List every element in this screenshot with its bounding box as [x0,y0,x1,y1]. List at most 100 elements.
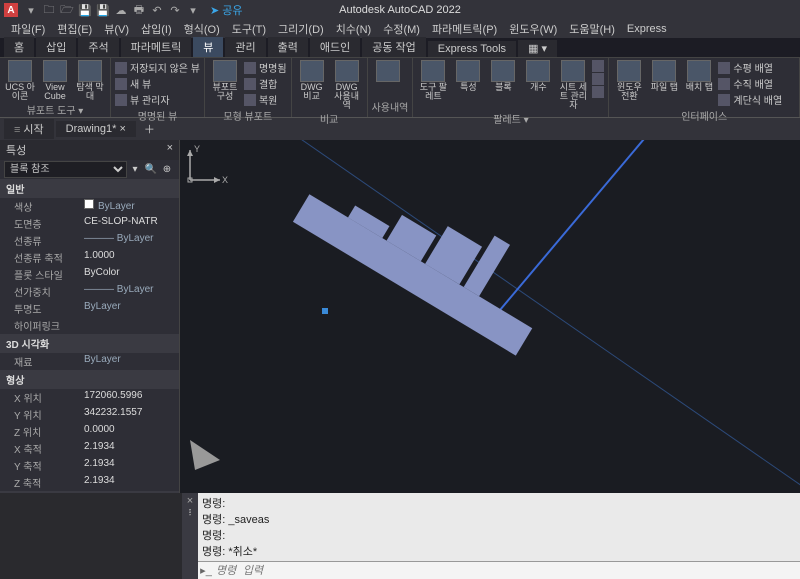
command-input[interactable] [214,562,800,579]
unsaved-view[interactable]: 저장되지 않은 뷰 [115,60,200,75]
doctab-start[interactable]: ≡시작 [4,119,54,139]
props-section-3d[interactable]: 3D 시각화 [0,334,179,353]
props-row[interactable]: Y 위치342232.1557 [0,406,179,423]
props-value[interactable]: ByLayer [84,301,177,316]
dwg-compare-button[interactable]: DWG 비교 [296,60,328,101]
menu-draw[interactable]: 그리기(D) [273,20,329,38]
menu-format[interactable]: 형식(O) [179,20,225,38]
tab-annotate[interactable]: 주석 [78,37,118,57]
menu-view[interactable]: 뷰(V) [99,20,134,38]
switch-window-button[interactable]: 윈도우 전환 [613,60,645,101]
tile-horiz[interactable]: 수평 배열 [718,60,782,75]
save-icon[interactable]: 💾 [78,3,92,17]
count-button[interactable]: 개수 [522,60,554,92]
pickadd-icon[interactable]: ⊕ [159,164,175,175]
tab-addins[interactable]: 애드인 [310,37,360,57]
props-value[interactable]: 2.1934 [84,441,177,456]
menu-modify[interactable]: 수정(M) [378,20,425,38]
tab-manage[interactable]: 관리 [225,37,265,57]
tab-insert[interactable]: 삽입 [36,37,76,57]
sheetset-button[interactable]: 시트 세트 관리자 [557,60,589,110]
ribbon-title-interface[interactable]: 인터페이스 [613,107,795,124]
dwg-history-button[interactable]: DWG 사용내역 [331,60,363,110]
props-row[interactable]: 선가중치——— ByLayer [0,283,179,300]
close-tab-icon[interactable]: × [119,123,125,135]
ribbon-title-vp-tools[interactable]: 뷰포트 도구 ▾ [4,101,106,118]
new-icon[interactable]: ▾ [24,3,38,17]
props-row[interactable]: 선종류——— ByLayer [0,232,179,249]
tab-parametric[interactable]: 파라메트릭 [121,37,192,57]
props-value[interactable]: ByColor [84,267,177,282]
folder-icon[interactable]: 🗀 [42,3,56,17]
viewcube-button[interactable]: View Cube [39,60,71,101]
cmd-close-icon[interactable]: × [187,495,193,507]
props-value[interactable]: ByLayer [84,354,177,369]
cascade[interactable]: 계단식 배열 [718,92,782,107]
props-value[interactable]: 2.1934 [84,475,177,490]
qat-dropdown-icon[interactable]: ▾ [186,3,200,17]
props-section-geom[interactable]: 형상 [0,370,179,389]
menu-window[interactable]: 윈도우(W) [504,20,562,38]
tab-output[interactable]: 출력 [268,37,308,57]
props-value[interactable]: 1.0000 [84,250,177,265]
props-row[interactable]: Y 축적2.1934 [0,457,179,474]
menu-edit[interactable]: 편집(E) [52,20,97,38]
pal-mini-3[interactable] [592,86,604,98]
file-tabs-button[interactable]: 파일 탭 [648,60,680,92]
new-view[interactable]: 새 뷰 [115,76,200,91]
layout-tabs-button[interactable]: 배치 탭 [683,60,715,92]
menu-tools[interactable]: 도구(T) [227,20,271,38]
menu-file[interactable]: 파일(F) [6,20,50,38]
props-row[interactable]: X 위치172060.5996 [0,389,179,406]
cloud-icon[interactable]: ☁ [114,3,128,17]
view-manager[interactable]: 뷰 관리자 [115,92,200,107]
props-section-general[interactable]: 일반 [0,179,179,198]
vp-config-button[interactable]: 뷰포트 구성 [209,60,241,101]
drawing-canvas[interactable]: X Y [180,140,800,493]
tab-view[interactable]: 뷰 [193,37,223,57]
folder-open-icon[interactable]: 🗁 [60,3,74,17]
menu-dim[interactable]: 치수(N) [331,20,377,38]
props-row[interactable]: 색상ByLayer [0,198,179,215]
ucs-icon-button[interactable]: UCS 아이콘 [4,60,36,101]
tile-vert[interactable]: 수직 배열 [718,76,782,91]
props-value[interactable]: 0.0000 [84,424,177,439]
menu-parametric[interactable]: 파라메트릭(P) [427,20,502,38]
ribbon-title-compare[interactable]: 비교 [296,110,363,127]
print-icon[interactable]: 🖶 [132,3,146,17]
props-row[interactable]: 도면층CE-SLOP-NATR [0,215,179,232]
vp-restore[interactable]: 복원 [244,92,287,107]
pal-mini-1[interactable] [592,60,604,72]
selection-grip[interactable] [322,308,328,314]
props-section-misc[interactable]: 기타 [0,491,179,493]
properties-button[interactable]: 특성 [452,60,484,92]
props-row[interactable]: 선종류 축적1.0000 [0,249,179,266]
ribbon-title-modelvp[interactable]: 모형 뷰포트 [209,107,287,124]
ribbon-title-palettes[interactable]: 팔레트 ▾ [417,110,604,127]
doctab-drawing1[interactable]: Drawing1* × [56,121,136,137]
props-value[interactable] [84,318,177,333]
navbar-button[interactable]: 탐색 막대 [74,60,106,101]
selection-type-select[interactable]: 블록 참조 [4,161,127,178]
pal-mini-2[interactable] [592,73,604,85]
menu-insert[interactable]: 삽입(I) [136,20,177,38]
props-row[interactable]: Z 축적2.1934 [0,474,179,491]
props-row[interactable]: Z 위치0.0000 [0,423,179,440]
quick-select-icon[interactable]: ▾ [127,164,143,175]
cmd-handle-icon[interactable]: ፧ [189,507,192,520]
props-value[interactable]: CE-SLOP-NATR [84,216,177,231]
props-row[interactable]: 투명도ByLayer [0,300,179,317]
vp-join[interactable]: 결합 [244,76,287,91]
tab-express[interactable]: Express Tools [428,41,516,57]
menu-express[interactable]: Express [622,22,672,36]
menu-help[interactable]: 도움말(H) [564,20,620,38]
props-value[interactable]: 342232.1557 [84,407,177,422]
props-value[interactable]: ——— ByLayer [84,284,177,299]
doctab-add[interactable]: ＋ [138,119,161,139]
props-row[interactable]: X 축적2.1934 [0,440,179,457]
props-value[interactable]: ——— ByLayer [84,233,177,248]
tab-collab[interactable]: 공동 작업 [362,37,426,57]
vp-named[interactable]: 명명됨 [244,60,287,75]
activity-button[interactable] [372,60,404,83]
blocks-button[interactable]: 블록 [487,60,519,92]
